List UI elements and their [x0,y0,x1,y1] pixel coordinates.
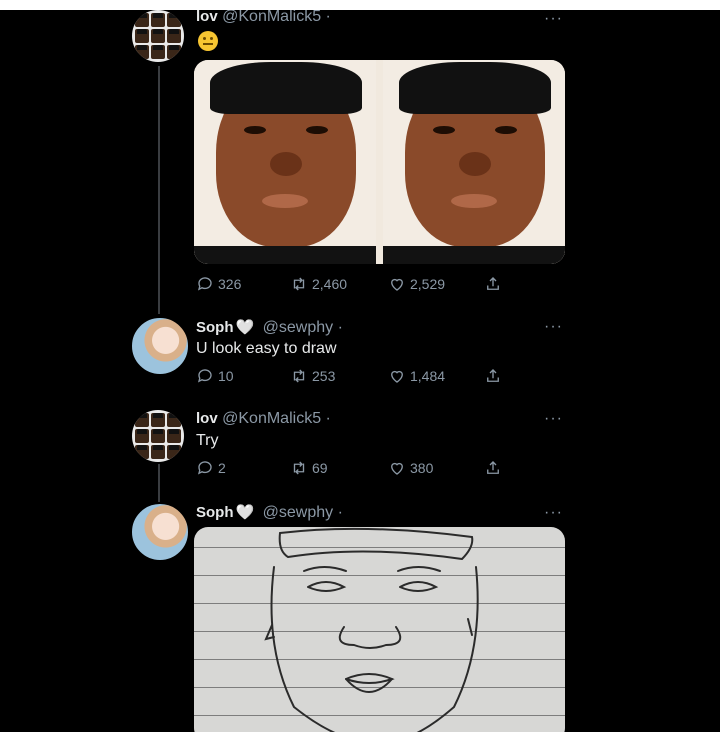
like-count: 1,484 [410,368,446,384]
avatar[interactable] [130,316,190,376]
retweet-icon [293,277,305,291]
reply-count: 10 [218,368,234,384]
heart-icon [391,278,403,291]
retweet-button[interactable]: 2,460 [290,274,347,294]
share-button[interactable] [484,274,502,294]
more-options-icon[interactable]: ··· [544,504,563,522]
like-count: 380 [410,460,434,476]
user-handle[interactable]: @sewphy · [263,504,343,521]
retweet-count: 69 [312,460,328,476]
user-handle[interactable]: @sewphy · [263,319,343,336]
like-button[interactable]: 380 [388,458,433,478]
heart-icon [391,370,403,383]
user-handle[interactable]: @KonMalick5 · [222,410,331,427]
reply-button[interactable]: 326 [196,274,241,294]
tweet-thread: lov @KonMalick5 · ··· 326 2,460 2,529 So… [0,10,720,732]
more-options-icon[interactable]: ··· [544,10,563,28]
white-heart-icon: 🤍 [235,319,255,336]
thread-connector [158,462,160,502]
tweet-text: U look easy to draw [196,340,337,357]
like-button[interactable]: 2,529 [388,274,445,294]
more-options-icon[interactable]: ··· [544,318,563,336]
share-icon [487,277,499,290]
tweet-actions: 2 69 380 [196,458,516,480]
white-heart-icon: 🤍 [235,504,255,521]
tweet-actions: 10 253 1,484 [196,366,516,388]
neutral-face-emoji [198,31,218,51]
reply-button[interactable]: 10 [196,366,234,386]
sketch-image[interactable] [194,527,565,732]
tweet-actions: 326 2,460 2,529 [196,274,516,296]
display-name[interactable]: Soph [196,319,234,336]
display-name[interactable]: Soph [196,504,234,521]
thread-connector [158,66,160,314]
retweet-icon [293,461,305,475]
reply-button[interactable]: 2 [196,458,226,478]
reply-count: 2 [218,460,226,476]
retweet-count: 253 [312,368,336,384]
display-name[interactable]: lov [196,410,218,427]
reply-icon [197,277,212,291]
retweet-button[interactable]: 69 [290,458,328,478]
avatar[interactable] [130,408,186,464]
heart-icon [391,462,403,475]
avatar[interactable] [130,10,186,64]
portrait-photo[interactable] [194,60,376,264]
reply-icon [197,461,212,475]
user-handle[interactable]: @KonMalick5 · [222,10,331,25]
reply-count: 326 [218,276,242,292]
share-icon [487,369,499,382]
like-button[interactable]: 1,484 [388,366,445,386]
like-count: 2,529 [410,276,446,292]
share-button[interactable] [484,366,502,386]
retweet-button[interactable]: 253 [290,366,335,386]
reply-icon [197,369,212,383]
tweet-media[interactable] [194,60,565,264]
face-sketch [264,527,479,732]
avatar[interactable] [130,502,190,562]
share-icon [487,461,499,474]
retweet-icon [293,369,305,383]
display-name[interactable]: lov [196,10,218,25]
more-options-icon[interactable]: ··· [544,410,563,428]
tweet-text: Try [196,432,219,449]
portrait-photo[interactable] [383,60,565,264]
retweet-count: 2,460 [312,276,348,292]
share-button[interactable] [484,458,502,478]
